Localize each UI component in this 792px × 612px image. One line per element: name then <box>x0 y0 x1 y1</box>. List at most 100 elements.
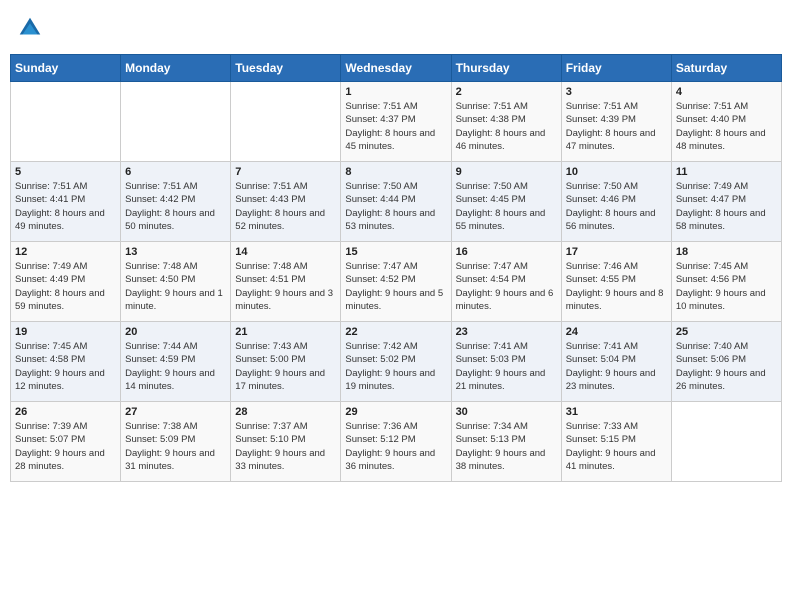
calendar-cell-4-1: 19Sunrise: 7:45 AMSunset: 4:58 PMDayligh… <box>11 322 121 402</box>
day-info: Sunrise: 7:47 AMSunset: 4:52 PMDaylight:… <box>345 260 446 313</box>
sunset-time: 4:47 PM <box>711 194 746 205</box>
sunset-time: 4:59 PM <box>160 354 195 365</box>
weekday-header-sunday: Sunday <box>11 55 121 82</box>
day-info: Sunrise: 7:51 AMSunset: 4:42 PMDaylight:… <box>125 180 226 233</box>
day-info: Sunrise: 7:48 AMSunset: 4:50 PMDaylight:… <box>125 260 226 313</box>
sunrise-time: 7:51 AM <box>713 101 748 112</box>
sunset-time: 4:37 PM <box>380 114 415 125</box>
calendar-cell-5-2: 27Sunrise: 7:38 AMSunset: 5:09 PMDayligh… <box>121 402 231 482</box>
week-row-4: 19Sunrise: 7:45 AMSunset: 4:58 PMDayligh… <box>11 322 782 402</box>
day-info: Sunrise: 7:50 AMSunset: 4:45 PMDaylight:… <box>456 180 557 233</box>
sunset-label: Sunset: <box>345 354 377 365</box>
day-number: 7 <box>235 166 336 178</box>
calendar-cell-5-6: 31Sunrise: 7:33 AMSunset: 5:15 PMDayligh… <box>561 402 671 482</box>
sunrise-time: 7:51 AM <box>493 101 528 112</box>
sunrise-label: Sunrise: <box>345 101 380 112</box>
sunset-label: Sunset: <box>456 194 488 205</box>
sunrise-time: 7:51 AM <box>383 101 418 112</box>
sunset-label: Sunset: <box>456 434 488 445</box>
sunrise-label: Sunrise: <box>235 421 270 432</box>
day-number: 16 <box>456 246 557 258</box>
sunrise-time: 7:33 AM <box>603 421 638 432</box>
calendar-cell-3-3: 14Sunrise: 7:48 AMSunset: 4:51 PMDayligh… <box>231 242 341 322</box>
week-row-3: 12 Sunrise: 7:49 AM Sunset: 4:49 PM Dayligh… <box>11 242 782 322</box>
day-info: Sunrise: 7:37 AMSunset: 5:10 PMDaylight:… <box>235 420 336 473</box>
daylight-label: Daylight: 8 hours and 59 minutes. <box>15 288 105 312</box>
calendar-cell-5-7 <box>671 402 781 482</box>
sunset-time: 4:55 PM <box>601 274 636 285</box>
sunset-time: 4:51 PM <box>270 274 305 285</box>
weekday-header-monday: Monday <box>121 55 231 82</box>
sunrise-label: Sunrise: <box>456 421 491 432</box>
sunset-time: 4:42 PM <box>160 194 195 205</box>
daylight-label: Daylight: 9 hours and 3 minutes. <box>235 288 333 312</box>
day-info: Sunrise: 7:51 AM Sunset: 4:37 PM Daylight:… <box>345 100 446 153</box>
day-info: Sunrise: 7:40 AMSunset: 5:06 PMDaylight:… <box>676 340 777 393</box>
calendar-cell-5-5: 30 Sunrise: 7:34 AM Sunset: 5:13 PM Dayligh… <box>451 402 561 482</box>
sunrise-time: 7:45 AM <box>53 341 88 352</box>
day-number: 12 <box>15 246 116 258</box>
sunset-label: Sunset: <box>15 434 47 445</box>
calendar-cell-3-1: 12Sunrise: 7:49 AMSunset: 4:49 PMDayligh… <box>11 242 121 322</box>
day-number: 30 <box>456 406 557 418</box>
daylight-label: Daylight: 9 hours and 12 minutes. <box>15 368 105 392</box>
sunrise-time: 7:34 AM <box>493 421 528 432</box>
calendar-cell-5-3: 28Sunrise: 7:37 AMSunset: 5:10 PMDayligh… <box>231 402 341 482</box>
sunrise-time: 7:51 AM <box>163 181 198 192</box>
sunset-time: 5:15 PM <box>601 434 636 445</box>
sunrise-time: 7:41 AM <box>493 341 528 352</box>
daylight-label: Daylight: 8 hours and 50 minutes. <box>125 208 215 232</box>
day-info: Sunrise: 7:50 AMSunset: 4:46 PMDaylight:… <box>566 180 667 233</box>
header <box>10 10 782 46</box>
sunset-label: Sunset: <box>566 114 598 125</box>
daylight-label: Daylight: 8 hours and 56 minutes. <box>566 208 656 232</box>
daylight-label: Daylight: 9 hours and 38 minutes. <box>456 448 546 472</box>
sunrise-label: Sunrise: <box>125 261 160 272</box>
weekday-header-thursday: Thursday <box>451 55 561 82</box>
sunset-time: 4:49 PM <box>50 274 85 285</box>
sunset-label: Sunset: <box>15 274 47 285</box>
sunset-label: Sunset: <box>345 274 377 285</box>
day-info: Sunrise: 7:49 AMSunset: 4:49 PMDaylight:… <box>15 260 116 313</box>
day-info: Sunrise: 7:51 AMSunset: 4:40 PMDaylight:… <box>676 100 777 153</box>
sunrise-label: Sunrise: <box>125 421 160 432</box>
logo-icon <box>16 14 44 42</box>
weekday-header-row: SundayMondayTuesdayWednesdayThursdayFrid… <box>11 55 782 82</box>
sunset-label: Sunset: <box>15 194 47 205</box>
sunrise-time: 7:50 AM <box>383 181 418 192</box>
daylight-label: Daylight: 9 hours and 21 minutes. <box>456 368 546 392</box>
sunset-time: 5:13 PM <box>490 434 525 445</box>
sunrise-label: Sunrise: <box>345 181 380 192</box>
sunrise-time: 7:50 AM <box>603 181 638 192</box>
calendar-cell-2-3: 7Sunrise: 7:51 AMSunset: 4:43 PMDaylight… <box>231 162 341 242</box>
calendar-cell-2-4: 8Sunrise: 7:50 AMSunset: 4:44 PMDaylight… <box>341 162 451 242</box>
calendar-cell-1-1 <box>11 82 121 162</box>
sunrise-time: 7:51 AM <box>53 181 88 192</box>
day-number: 27 <box>125 406 226 418</box>
sunset-time: 5:00 PM <box>270 354 305 365</box>
sunrise-label: Sunrise: <box>345 341 380 352</box>
sunrise-time: 7:36 AM <box>383 421 418 432</box>
sunrise-time: 7:48 AM <box>273 261 308 272</box>
sunset-label: Sunset: <box>566 434 598 445</box>
daylight-label: Daylight: 8 hours and 45 minutes. <box>345 128 435 152</box>
day-number: 8 <box>345 166 446 178</box>
sunrise-time: 7:49 AM <box>53 261 88 272</box>
sunrise-label: Sunrise: <box>676 341 711 352</box>
sunrise-time: 7:50 AM <box>493 181 528 192</box>
sunset-label: Sunset: <box>676 194 708 205</box>
daylight-label: Daylight: 9 hours and 8 minutes. <box>566 288 664 312</box>
sunrise-time: 7:48 AM <box>163 261 198 272</box>
sunrise-label: Sunrise: <box>566 101 601 112</box>
sunset-time: 4:58 PM <box>50 354 85 365</box>
sunset-label: Sunset: <box>125 274 157 285</box>
day-info: Sunrise: 7:36 AMSunset: 5:12 PMDaylight:… <box>345 420 446 473</box>
day-number: 21 <box>235 326 336 338</box>
day-number: 24 <box>566 326 667 338</box>
calendar-table: SundayMondayTuesdayWednesdayThursdayFrid… <box>10 54 782 482</box>
sunrise-label: Sunrise: <box>456 101 491 112</box>
sunset-label: Sunset: <box>345 114 377 125</box>
day-info: Sunrise: 7:49 AMSunset: 4:47 PMDaylight:… <box>676 180 777 233</box>
day-info: Sunrise: 7:48 AMSunset: 4:51 PMDaylight:… <box>235 260 336 313</box>
calendar-cell-4-2: 20Sunrise: 7:44 AMSunset: 4:59 PMDayligh… <box>121 322 231 402</box>
